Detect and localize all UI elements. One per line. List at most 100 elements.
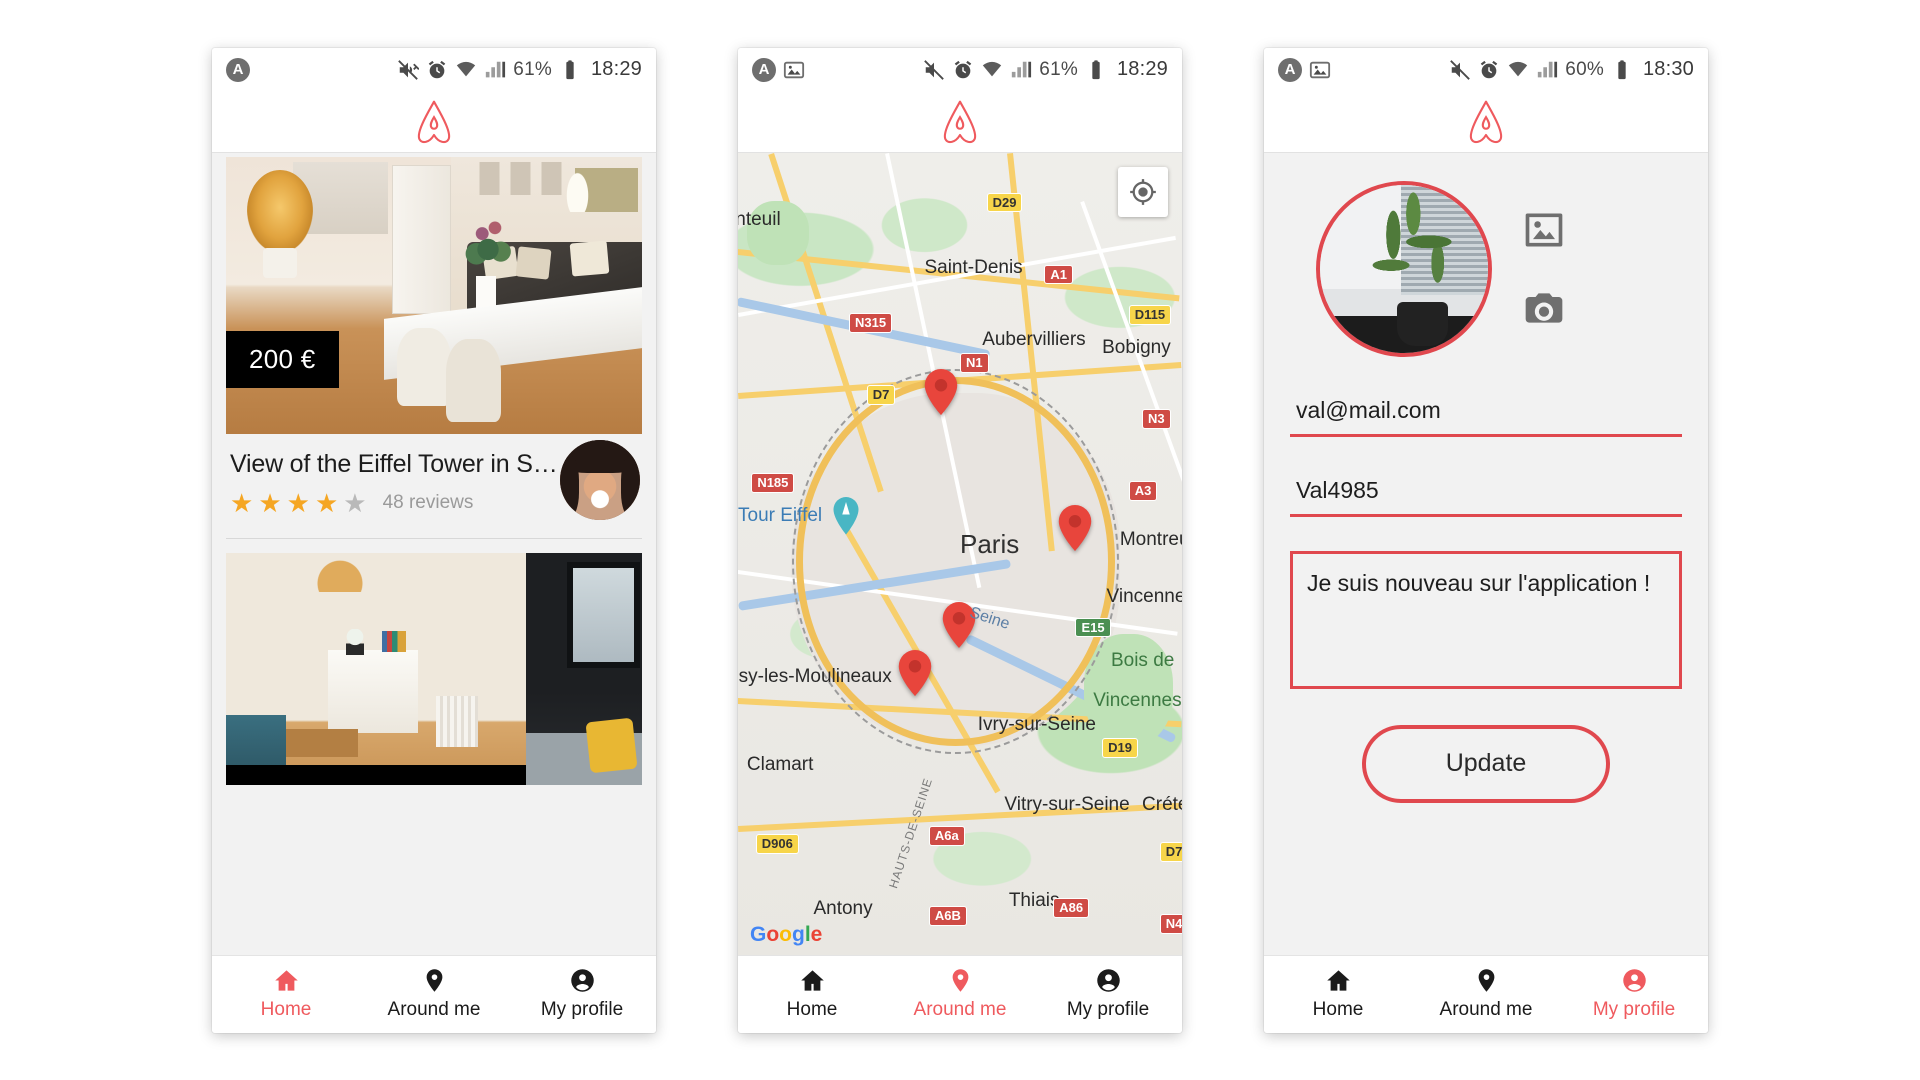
nav-label-home: Home [260, 999, 312, 1020]
image-picker-icon [1525, 213, 1563, 246]
alarm-icon [1481, 60, 1498, 78]
nav-item-home[interactable]: Home [738, 956, 886, 1033]
map-place-label: Bois de [1110, 649, 1175, 671]
listing-photo[interactable]: 200 € [226, 156, 642, 434]
avatar-row [1290, 180, 1682, 357]
home-icon [1326, 970, 1350, 991]
map-marker[interactable] [924, 369, 958, 416]
screen-map: Google enteuil Saint-Denis Aubervilliers… [738, 152, 1182, 955]
app-notification-icon: A [1278, 57, 1302, 82]
nav-item-my-profile[interactable]: My profile [1034, 956, 1182, 1033]
host-avatar[interactable] [560, 439, 640, 520]
alarm-icon [429, 60, 446, 78]
nav-label-home: Home [786, 999, 838, 1020]
map-place-label: Bobigny [1102, 336, 1171, 358]
nav-item-around-me[interactable]: Around me [886, 956, 1034, 1033]
mute-icon [398, 59, 420, 80]
nav-item-my-profile[interactable]: My profile [508, 956, 656, 1033]
bio-textarea[interactable]: Je suis nouveau sur l'application ! [1290, 550, 1682, 689]
road-shield: N3 [1142, 409, 1171, 429]
camera-button[interactable] [1522, 286, 1566, 330]
username-underline [1290, 513, 1682, 517]
status-bar-home: A 61% 18:29 [212, 47, 656, 92]
username-field-group: Val4985 [1290, 477, 1682, 517]
home-icon [274, 970, 298, 991]
email-field[interactable]: val@mail.com [1290, 397, 1682, 434]
screenshot-icon [1309, 61, 1331, 78]
app-header-map [738, 91, 1182, 153]
map-place-label: Thiais [1008, 890, 1060, 912]
account-circle-icon [570, 969, 594, 992]
map-place-label-paris: Paris [960, 529, 1020, 560]
tour-eiffel-marker[interactable] [831, 497, 861, 537]
nav-item-home[interactable]: Home [1264, 956, 1412, 1033]
google-logo: Google [750, 922, 823, 946]
listing-feed[interactable]: 200 € View of the Eiffel Tower in S… ★ ★… [212, 152, 656, 955]
clock-time: 18:29 [590, 58, 642, 80]
map-place-label: enteuil [738, 208, 781, 230]
status-bar-right: 60% 18:30 [1449, 58, 1694, 81]
gallery-button[interactable] [1522, 208, 1566, 252]
map-place-label: Vitry-sur-Seine [1004, 794, 1130, 816]
map-marker[interactable] [898, 649, 932, 696]
nav-label-around-me: Around me [387, 999, 481, 1020]
wifi-icon [1509, 61, 1528, 76]
nav-item-around-me[interactable]: Around me [360, 956, 508, 1033]
battery-percent: 61% [1039, 58, 1078, 80]
airbnb-logo-icon [1469, 100, 1503, 143]
wifi-icon [983, 61, 1002, 76]
signal-icon [486, 61, 506, 77]
status-bar-left: A [752, 57, 805, 82]
profile-avatar[interactable] [1316, 180, 1492, 357]
signal-icon [1538, 61, 1558, 77]
mute-icon [1450, 59, 1471, 80]
map-canvas[interactable]: Google enteuil Saint-Denis Aubervilliers… [738, 152, 1182, 955]
map-marker[interactable] [1058, 505, 1092, 552]
map-place-label: Aubervilliers [982, 328, 1086, 350]
nav-label-around-me: Around me [913, 999, 1007, 1020]
update-button-wrap: Update [1290, 724, 1682, 803]
battery-percent: 61% [513, 58, 552, 80]
mute-icon [924, 59, 945, 80]
profile-form: val@mail.com Val4985 Je suis nouveau sur… [1264, 152, 1708, 955]
status-bar-right: 61% 18:29 [397, 58, 642, 81]
phone-map: A 61% 18:29 Google nteuil Saint-Denis Au… [738, 47, 1182, 1033]
status-bar-left: A [1278, 57, 1331, 82]
email-field-group: val@mail.com [1290, 397, 1682, 437]
road-shield: D19 [1102, 737, 1138, 758]
bottom-nav-map: Home Around me My profile [738, 954, 1182, 1033]
account-circle-icon [1096, 969, 1120, 992]
alarm-icon [955, 60, 972, 78]
avatar-actions [1522, 208, 1566, 330]
screenshot-icon [783, 61, 805, 78]
username-field[interactable]: Val4985 [1290, 477, 1682, 514]
listing-photo[interactable] [226, 552, 642, 785]
battery-icon [1092, 59, 1100, 79]
nav-label-my-profile: My profile [540, 999, 624, 1020]
nav-item-home[interactable]: Home [212, 956, 360, 1033]
signal-icon [1012, 61, 1032, 77]
road-shield: D115 [1128, 304, 1172, 325]
my-location-button[interactable] [1118, 166, 1168, 217]
nav-item-my-profile[interactable]: My profile [1560, 956, 1708, 1033]
map-place-label: Antony [813, 898, 873, 920]
listing-card[interactable]: 200 € View of the Eiffel Tower in S… ★ ★… [212, 152, 656, 539]
nav-label-around-me: Around me [1439, 999, 1533, 1020]
my-location-icon [1130, 178, 1156, 205]
update-button[interactable]: Update [1362, 724, 1610, 803]
map-place-label: Ivry-sur-Seine [977, 713, 1096, 735]
bottom-nav-profile: Home Around me My profile [1264, 954, 1708, 1033]
wifi-icon [457, 61, 476, 76]
ring-road-boundary [792, 369, 1119, 754]
clock-time: 18:30 [1642, 58, 1694, 80]
listing-card[interactable] [212, 538, 656, 785]
map-place-label: Vincennes [1093, 689, 1182, 711]
road-shield: D7 [1159, 842, 1182, 862]
road-shield: N315 [849, 312, 893, 333]
road-shield: A6a [928, 826, 965, 846]
app-header-home [212, 91, 656, 153]
bottom-nav-home: Home Around me My profile [212, 954, 656, 1033]
nav-item-around-me[interactable]: Around me [1412, 956, 1560, 1033]
nav-label-my-profile: My profile [1592, 999, 1676, 1020]
app-notification-icon: A [226, 57, 250, 82]
